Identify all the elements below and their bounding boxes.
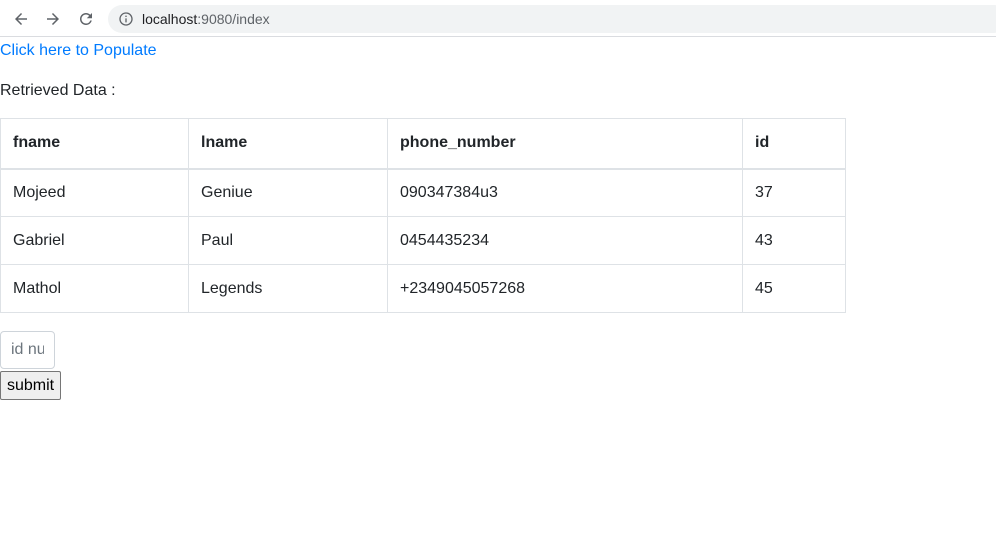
- id-number-input[interactable]: [0, 331, 55, 369]
- cell-fname: Mathol: [0, 264, 189, 313]
- cell-phone-number: +2349045057268: [387, 264, 743, 313]
- cell-fname: Gabriel: [0, 216, 189, 265]
- column-header-phone-number: phone_number: [387, 118, 743, 170]
- url-text: localhost:9080/index: [142, 11, 270, 27]
- table-header-row: fname lname phone_number id: [0, 118, 846, 170]
- reload-icon: [80, 12, 92, 25]
- data-table: fname lname phone_number id Mojeed Geniu…: [0, 118, 846, 313]
- cell-fname: Mojeed: [0, 168, 189, 217]
- cell-id: 43: [742, 216, 846, 265]
- submit-button[interactable]: submit: [0, 371, 62, 400]
- cell-id: 45: [742, 264, 846, 313]
- table-row: Gabriel Paul 0454435234 43: [0, 216, 846, 265]
- cell-id: 37: [742, 168, 846, 217]
- back-button[interactable]: [10, 8, 32, 30]
- arrow-left-icon: [15, 13, 27, 25]
- url-host: localhost: [142, 11, 198, 27]
- cell-lname: Geniue: [188, 168, 388, 217]
- arrow-right-icon: [47, 13, 59, 25]
- column-header-id: id: [742, 118, 846, 170]
- cell-phone-number: 090347384u3: [387, 168, 743, 217]
- info-icon[interactable]: [118, 11, 134, 27]
- column-header-lname: lname: [188, 118, 388, 170]
- column-header-fname: fname: [0, 118, 189, 170]
- cell-lname: Paul: [188, 216, 388, 265]
- url-path: :9080/index: [197, 11, 270, 27]
- cell-lname: Legends: [188, 264, 388, 313]
- cell-phone-number: 0454435234: [387, 216, 743, 265]
- populate-link[interactable]: Click here to Populate: [0, 41, 157, 61]
- reload-button[interactable]: [75, 8, 97, 30]
- table-row: Mojeed Geniue 090347384u3 37: [0, 168, 846, 217]
- browser-toolbar: localhost:9080/index: [0, 0, 996, 37]
- address-bar[interactable]: localhost:9080/index: [108, 5, 996, 33]
- table-row: Mathol Legends +2349045057268 45: [0, 264, 846, 313]
- forward-button[interactable]: [42, 8, 64, 30]
- retrieved-data-label: Retrieved Data :: [0, 82, 116, 99]
